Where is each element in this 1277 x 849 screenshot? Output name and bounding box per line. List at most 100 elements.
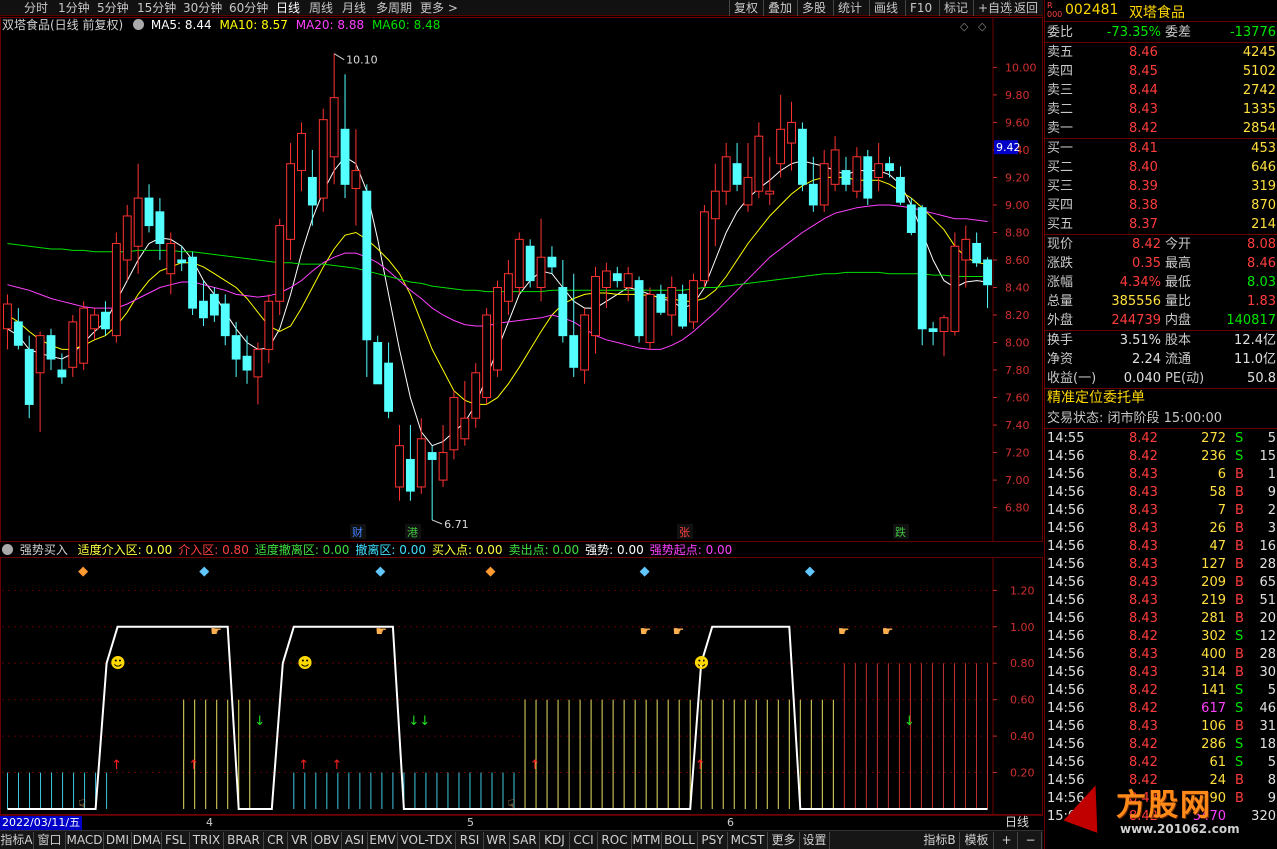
event-marker[interactable]: 财 [350, 524, 366, 539]
template-tab[interactable]: + [996, 832, 1018, 849]
period-tab[interactable]: 月线 [342, 0, 366, 16]
finger-icon: ☟ [78, 798, 86, 813]
indicator-tab[interactable]: PSY [698, 832, 728, 849]
indicator-tab[interactable]: OBV [312, 832, 342, 849]
template-tab[interactable]: 指标B [920, 832, 960, 849]
maximize-icon[interactable]: ◇ [978, 20, 987, 33]
toolbar-button[interactable]: 标记 [939, 0, 968, 16]
indicator-tab[interactable]: 窗口 [34, 832, 66, 849]
diamond-blue-icon: ◆ [805, 564, 815, 579]
down-arrow-icon: ↓ [904, 714, 915, 729]
toolbar-button[interactable]: 返回 [1009, 0, 1038, 16]
indicator-tab[interactable]: WR [484, 832, 510, 849]
candle [318, 108, 328, 212]
indicator-tab[interactable]: BRAR [224, 832, 264, 849]
ask-price: 8.42 [1129, 121, 1158, 136]
indicator-tab[interactable]: FSL [162, 832, 190, 849]
indicator-tab[interactable]: VR [288, 832, 312, 849]
y-tick-label: 7.20 [1005, 447, 1030, 460]
indicator-tab[interactable]: TRIX [190, 832, 224, 849]
kline-chart[interactable]: ◇◇10.009.809.609.409.209.008.808.608.408… [0, 17, 1043, 542]
period-tab[interactable]: 分时 [24, 0, 48, 16]
weicha-value: -13776 [1229, 25, 1276, 40]
indicator-tab[interactable]: SAR [510, 832, 540, 849]
month-label: 4 [206, 816, 213, 829]
toolbar-button[interactable]: +自选 [973, 0, 1012, 16]
tick-time: 14:56 [1047, 539, 1085, 554]
indicator-tab[interactable]: 设置 [800, 832, 830, 849]
candle [547, 246, 557, 274]
indicator-tab[interactable]: ROC [598, 832, 632, 849]
candle [111, 232, 121, 343]
period-tab[interactable]: 日线 [276, 0, 300, 16]
toolbar-button[interactable]: 叠加 [763, 0, 792, 16]
indicator-tab[interactable]: 更多 [768, 832, 800, 849]
up-arrow-icon: ↑ [530, 758, 541, 773]
candle [46, 328, 56, 371]
template-tab[interactable]: − [1020, 832, 1042, 849]
event-marker[interactable]: 张 [677, 524, 693, 539]
y-tick-label: 0.40 [1010, 730, 1035, 743]
restore-icon[interactable]: ◇ [960, 20, 969, 33]
period-tab[interactable]: 更多 > [420, 0, 458, 16]
indicator-tab[interactable]: CCI [570, 832, 598, 849]
tick-count: 320 [1251, 809, 1276, 824]
toolbar-button[interactable]: F10 [905, 0, 932, 16]
ask-label: 卖五 [1047, 45, 1074, 60]
event-marker[interactable]: 港 [405, 524, 421, 539]
indicator-tab-bar: 指标A 窗口 MACD DMI DMA FSL TRIX BRAR CR VR OBV ASI EMV V… [0, 830, 1043, 849]
ask-price: 8.46 [1129, 45, 1158, 60]
toolbar-button[interactable]: 多股 [797, 0, 826, 16]
y-tick-label: 8.00 [1005, 337, 1030, 350]
indicator-tab[interactable]: KDJ [540, 832, 570, 849]
indicator-tab[interactable]: ASI [342, 832, 368, 849]
tick-count: 1 [1267, 467, 1276, 482]
indicator-tab[interactable]: MACD [66, 832, 104, 849]
candle [503, 259, 513, 316]
tick-side: B [1235, 485, 1244, 500]
stat-row: 涨跌 0.35 最高 8.46 [1045, 254, 1277, 273]
candle [416, 418, 426, 494]
period-tab[interactable]: 多周期 [376, 0, 412, 16]
tick-count: 28 [1259, 557, 1276, 572]
period-tab[interactable]: 15分钟 [137, 0, 176, 16]
indicator-value: 强势起点: 0.00 [649, 543, 733, 557]
bid-price: 8.41 [1129, 141, 1158, 156]
period-tab[interactable]: 1分钟 [58, 0, 90, 16]
tick-count: 16 [1259, 539, 1276, 554]
period-tab[interactable]: 5分钟 [97, 0, 129, 16]
settings-icon[interactable] [2, 544, 13, 555]
toolbar-button[interactable]: 统计 [833, 0, 862, 16]
indicator-chart[interactable]: 1.20 1.00 0.80 0.60 0.40 0.20 ◆ ◆ ◆ ◆ ◆ ◆ ☻ ☻ ☻ ☛ ☛ ☛ ☛ ☛ ☛ ☟… [0, 557, 1043, 815]
tick-price: 8.42 [1129, 773, 1158, 788]
indicator-tab[interactable]: MCST [728, 832, 768, 849]
tick-time: 14:56 [1047, 467, 1085, 482]
tick-volume: 24 [1209, 773, 1226, 788]
candle [427, 445, 437, 520]
indicator-tab[interactable]: VOL-TDX [398, 832, 456, 849]
tick-time: 14:56 [1047, 557, 1085, 572]
candle [819, 149, 829, 212]
period-tab[interactable]: 周线 [309, 0, 333, 16]
period-tab[interactable]: 30分钟 [183, 0, 222, 16]
toolbar-button[interactable]: 复权 [729, 0, 758, 16]
period-tab[interactable]: 60分钟 [229, 0, 268, 16]
indicator-tab[interactable]: CR [264, 832, 288, 849]
indicator-tab[interactable]: BOLL [662, 832, 698, 849]
stat-label: 涨跌 [1047, 256, 1074, 271]
indicator-tab[interactable]: DMA [132, 832, 162, 849]
y-tick-label: 7.40 [1005, 419, 1030, 432]
indicator-tab[interactable]: EMV [368, 832, 398, 849]
template-tab[interactable]: 模板 [960, 832, 994, 849]
indicator-tab[interactable]: 指标A [0, 832, 34, 849]
indicator-tab[interactable]: RSI [456, 832, 484, 849]
toolbar-button[interactable]: 画线 [869, 0, 898, 16]
tick-time: 14:56 [1047, 791, 1085, 806]
event-marker[interactable]: 跌 [893, 524, 909, 539]
candle [950, 232, 960, 336]
indicator-tab[interactable]: DMI [104, 832, 132, 849]
indicator-tab[interactable]: MTM [632, 832, 662, 849]
tick-count: 30 [1259, 665, 1276, 680]
order-title[interactable]: 精准定位委托单 [1047, 389, 1145, 408]
candle [765, 156, 775, 205]
